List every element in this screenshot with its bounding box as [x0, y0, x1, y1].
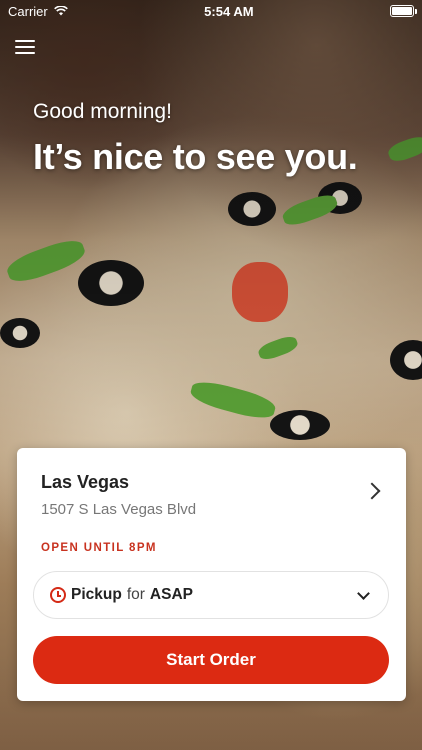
status-bar: Carrier 5:54 AM — [0, 0, 422, 22]
status-left: Carrier — [8, 4, 68, 19]
pickup-time: ASAP — [149, 586, 193, 603]
store-address: 1507 S Las Vegas Blvd — [41, 501, 197, 518]
chevron-down-icon — [357, 587, 370, 600]
greeting-headline: It’s nice to see you. — [33, 136, 358, 177]
clock-time: 5:54 AM — [204, 3, 254, 19]
battery-fill — [391, 7, 412, 15]
menu-line — [15, 40, 35, 42]
open-status-label: OPEN UNTIL 8PM — [41, 542, 157, 554]
pickup-mode: Pickup — [71, 586, 122, 603]
wifi-icon — [53, 6, 68, 16]
store-card: Las Vegas 1507 S Las Vegas Blvd OPEN UNT… — [17, 448, 406, 701]
battery-icon — [389, 5, 417, 17]
menu-line — [15, 52, 35, 54]
menu-line — [15, 46, 35, 48]
store-location-row[interactable]: Las Vegas 1507 S Las Vegas Blvd — [41, 472, 386, 518]
store-name: Las Vegas — [41, 472, 130, 492]
greeting-salutation: Good morning! — [33, 100, 172, 123]
pickup-time-selector[interactable]: Pickup for ASAP — [33, 571, 389, 619]
hamburger-menu-icon[interactable] — [15, 38, 35, 56]
pickup-connector: for — [126, 586, 145, 603]
clock-icon — [50, 587, 66, 603]
start-order-button[interactable]: Start Order — [33, 636, 389, 684]
greeting: Good morning! It’s nice to see you. — [33, 100, 358, 178]
carrier-label: Carrier — [8, 3, 48, 19]
